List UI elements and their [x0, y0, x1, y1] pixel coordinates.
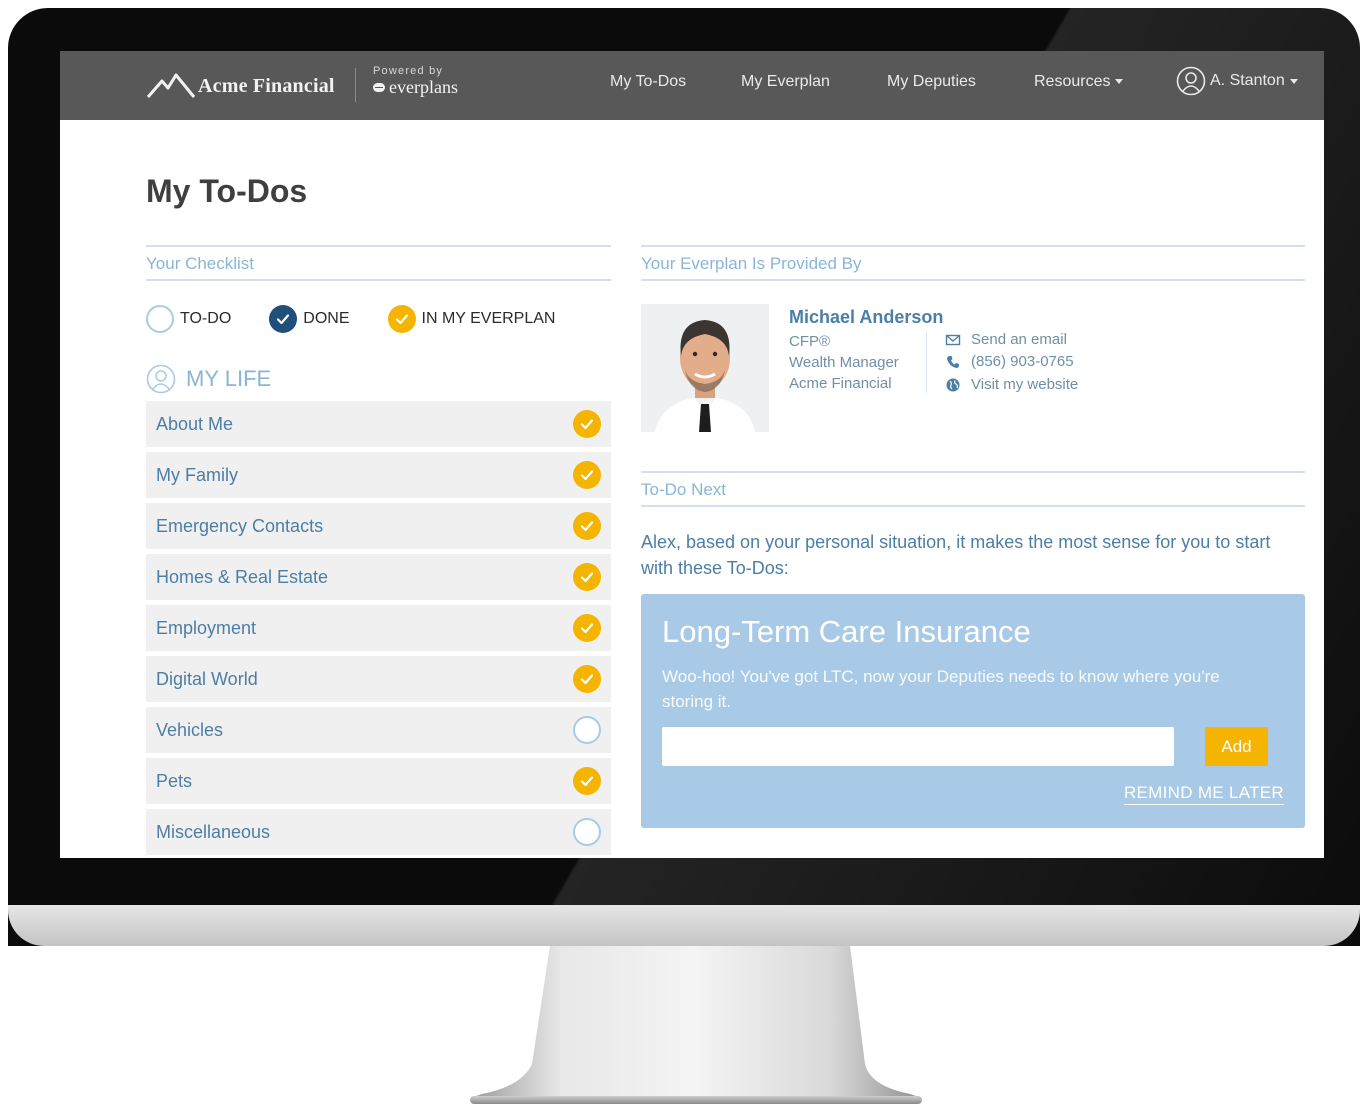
todo-next-heading: To-Do Next [641, 471, 1305, 507]
everplan-check-icon [387, 305, 416, 333]
todo-circle-icon [146, 305, 174, 333]
checklist-item[interactable]: Digital World [146, 656, 611, 702]
my-life-label: MY LIFE [186, 366, 272, 391]
provider-company: Acme Financial [789, 375, 892, 392]
everplan-check-icon [573, 665, 601, 693]
checklist-item[interactable]: Pets [146, 758, 611, 804]
visit-website-link[interactable]: Visit my website [945, 376, 1078, 393]
checklist-item[interactable]: Employment [146, 605, 611, 651]
legend-done: DONE [269, 305, 350, 333]
caret-down-icon [1289, 78, 1298, 84]
top-navbar: Acme Financial Powered by everplans My T… [60, 51, 1324, 120]
monitor-stand [470, 946, 922, 1104]
legend-everplan-label: IN MY EVERPLAN [421, 310, 556, 327]
checklist-item[interactable]: Emergency Contacts [146, 503, 611, 549]
screen: Acme Financial Powered by everplans My T… [60, 51, 1324, 858]
checklist-item-label: Miscellaneous [156, 822, 271, 842]
todo-card-title: Long-Term Care Insurance [662, 614, 1031, 649]
mountain-logo-icon [146, 73, 196, 98]
user-menu[interactable]: A. Stanton [1176, 66, 1298, 96]
add-button[interactable]: Add [1205, 727, 1268, 766]
remind-me-later-link[interactable]: REMIND ME LATER [1123, 783, 1284, 805]
legend-everplan: IN MY EVERPLAN [387, 305, 556, 333]
todo-card-text: Woo-hoo! You've got LTC, now your Deputi… [662, 667, 1220, 711]
nav-my-todos[interactable]: My To-Dos [610, 73, 686, 91]
nav-my-deputies[interactable]: My Deputies [887, 73, 976, 91]
provider-heading: Your Everplan Is Provided By [641, 245, 1305, 281]
user-circle-icon [146, 364, 176, 394]
powered-by-label: Powered by [373, 65, 444, 77]
phone-number[interactable]: (856) 903-0765 [945, 353, 1074, 370]
checklist-item-label: Homes & Real Estate [156, 567, 329, 587]
nav-my-everplan[interactable]: My Everplan [741, 73, 830, 91]
everplans-mark-icon [373, 82, 385, 92]
todo-circle-icon [573, 818, 601, 846]
everplan-check-icon [573, 461, 601, 489]
todo-card-input[interactable] [662, 727, 1174, 766]
todo-circle-icon [573, 716, 601, 744]
provider-role: Wealth Manager [789, 354, 899, 371]
legend-todo-label: TO-DO [180, 310, 232, 327]
checklist-item-label: Digital World [156, 669, 258, 689]
page-title: My To-Dos [146, 173, 308, 209]
everplan-check-icon [573, 410, 601, 438]
provider-name: Michael Anderson [789, 307, 944, 327]
checklist-item[interactable]: Miscellaneous [146, 809, 611, 855]
nav-resources[interactable]: Resources [1034, 73, 1124, 91]
phone-icon [947, 355, 959, 368]
everplan-check-icon [573, 563, 601, 591]
brand-logo[interactable]: Acme Financial [146, 69, 335, 103]
todo-card-ltc: Long-Term Care Insurance Woo-hoo! You've… [641, 594, 1305, 828]
caret-down-icon [1115, 79, 1124, 85]
checklist-item[interactable]: Homes & Real Estate [146, 554, 611, 600]
brand-divider [355, 68, 356, 102]
globe-icon [946, 378, 960, 391]
checklist-item-label: About Me [156, 414, 234, 434]
visit-website-label: Visit my website [971, 376, 1079, 393]
everplan-check-icon [573, 512, 601, 540]
provider-divider [926, 331, 927, 393]
my-life-heading: MY LIFE [146, 364, 271, 394]
everplans-name: everplans [389, 77, 458, 97]
advisor-portrait [641, 304, 769, 432]
checklist-item[interactable]: Vehicles [146, 707, 611, 753]
everplans-logo: everplans [373, 78, 458, 96]
checklist-heading: Your Checklist [146, 245, 611, 281]
legend-todo: TO-DO [146, 305, 231, 333]
monitor-chin [8, 905, 1360, 946]
envelope-icon [945, 334, 961, 345]
user-name: A. Stanton [1210, 72, 1285, 89]
send-email-link[interactable]: Send an email [945, 331, 1067, 348]
checklist-item-label: Vehicles [156, 720, 224, 740]
nav-resources-label: Resources [1034, 73, 1111, 90]
checklist-item[interactable]: About Me [146, 401, 611, 447]
legend-done-label: DONE [303, 310, 350, 327]
checklist-item-label: My Family [156, 465, 238, 485]
phone-number-label: (856) 903-0765 [971, 353, 1074, 370]
everplan-check-icon [573, 614, 601, 642]
todo-next-intro: Alex, based on your personal situation, … [641, 532, 1271, 578]
send-email-label: Send an email [971, 331, 1067, 348]
everplan-check-icon [573, 767, 601, 795]
provider-details: CFP® Wealth Manager Acme Financial [789, 331, 899, 394]
user-circle-icon [1176, 66, 1206, 96]
checklist-item-label: Employment [156, 618, 257, 638]
provider-credential: CFP® [789, 333, 831, 350]
checklist: About Me My Family Emergency Contacts Ho… [146, 401, 611, 858]
done-check-icon [269, 305, 298, 333]
brand-name: Acme Financial [198, 74, 335, 97]
checklist-item-label: Pets [156, 771, 193, 791]
powered-by: Powered by everplans [373, 65, 458, 96]
checklist-item[interactable]: My Family [146, 452, 611, 498]
checklist-item-label: Emergency Contacts [156, 516, 324, 536]
provider-photo [641, 304, 769, 432]
status-legend: TO-DO DONE IN MY EVERPLAN [146, 305, 593, 333]
